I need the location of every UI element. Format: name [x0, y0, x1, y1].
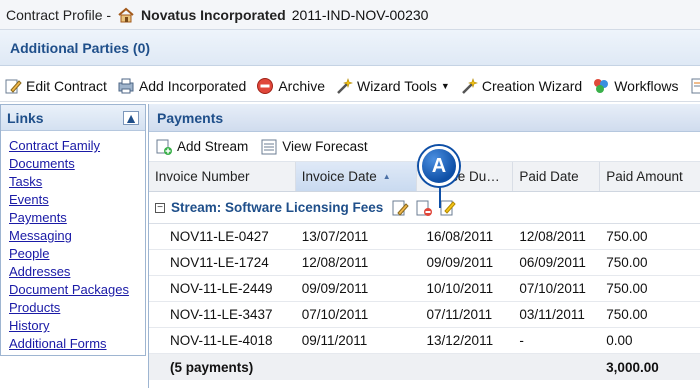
contract-id: 2011-IND-NOV-00230	[291, 6, 429, 23]
paid-date-cell: 12/08/2011	[519, 229, 586, 244]
paid-amount-cell: 750.00	[606, 307, 648, 322]
paid-date-cell: 06/09/2011	[519, 255, 586, 270]
link-payments[interactable]: Payments	[9, 210, 67, 225]
collapse-button[interactable]: ▲	[123, 109, 139, 126]
collapse-icon[interactable]: −	[155, 202, 165, 213]
add-stream-icon	[156, 139, 172, 155]
title-bar: Contract Profile - Novatus Incorporated …	[0, 0, 700, 30]
column-paid-amount[interactable]: Paid Amount	[600, 162, 700, 191]
paid-amount-cell: 750.00	[606, 255, 648, 270]
paid-date-cell: 03/11/2011	[519, 307, 585, 322]
invoice-date-cell: 07/10/2011	[301, 307, 369, 322]
table-row[interactable]: NOV-11-LE-3437 07/10/2011 07/11/2011 03/…	[149, 302, 700, 328]
invoice-date-cell: 09/11/2011	[301, 333, 368, 348]
invoice-date-cell: 09/09/2011	[301, 281, 369, 296]
stream-group-row[interactable]: − Stream: Software Licensing Fees	[149, 192, 700, 224]
add-incorporated-button[interactable]: Add Incorporated	[117, 77, 246, 95]
payment-total: 3,000.00	[606, 359, 659, 375]
edit-contract-button[interactable]: Edit Contract	[4, 77, 107, 95]
invoice-due-cell: 07/11/2011	[426, 307, 493, 322]
invoice-number-cell: NOV11-LE-0427	[170, 229, 269, 244]
table-row[interactable]: NOV11-LE-0427 13/07/2011 16/08/2011 12/0…	[149, 224, 700, 250]
invoice-number-cell: NOV-11-LE-3437	[170, 307, 273, 322]
invoice-due-cell: 10/10/2011	[426, 281, 494, 296]
payments-panel: Payments Add Stream View Forecast Invoic…	[148, 104, 700, 388]
archive-button[interactable]: Archive	[256, 77, 325, 95]
chevron-up-icon: ▲	[124, 109, 138, 126]
stream-properties-icon[interactable]	[439, 199, 457, 217]
title-label: Contract Profile -	[6, 6, 112, 23]
payments-header: Payments	[149, 104, 700, 132]
invoice-number-cell: NOV11-LE-1724	[170, 255, 269, 270]
callout-pointer	[439, 186, 441, 208]
payment-count: (5 payments)	[170, 359, 254, 375]
links-panel: Links ▲ Contract Family Documents Tasks …	[0, 104, 146, 356]
payments-title: Payments	[157, 109, 224, 126]
table-row[interactable]: NOV11-LE-1724 12/08/2011 09/09/2011 06/0…	[149, 250, 700, 276]
column-paid-date[interactable]: Paid Date	[513, 162, 601, 191]
callout-marker: A	[419, 146, 459, 186]
invoice-due-cell: 16/08/2011	[426, 229, 494, 244]
table-row[interactable]: NOV-11-LE-2449 09/09/2011 10/10/2011 07/…	[149, 276, 700, 302]
chevron-down-icon: ▼	[440, 80, 450, 91]
paid-amount-cell: 750.00	[606, 281, 648, 296]
home-icon	[118, 7, 134, 22]
printer-add-icon	[118, 78, 134, 93]
callout-letter: A	[431, 154, 447, 177]
view-forecast-button[interactable]: View Forecast	[260, 138, 368, 156]
stop-icon	[257, 77, 274, 94]
invoice-number-cell: NOV-11-LE-4018	[170, 333, 273, 348]
edit-icon	[5, 79, 22, 93]
table-row[interactable]: NOV-11-LE-4018 09/11/2011 13/12/2011 - 0…	[149, 328, 700, 354]
invoice-due-cell: 09/09/2011	[426, 255, 494, 270]
edit-stream-icon[interactable]	[391, 199, 410, 217]
workflows-button[interactable]: Workflows	[592, 77, 679, 95]
invoice-date-cell: 12/08/2011	[301, 255, 369, 270]
paid-date-cell: -	[519, 333, 524, 348]
delete-stream-icon[interactable]	[415, 199, 433, 217]
paid-date-cell: 07/10/2011	[519, 281, 586, 296]
wizard-tools-dropdown[interactable]: Wizard Tools ▼	[335, 77, 450, 95]
link-people[interactable]: People	[9, 246, 49, 261]
link-additional-forms[interactable]: Additional Forms	[9, 336, 107, 351]
link-addresses[interactable]: Addresses	[9, 264, 70, 279]
column-invoice-number[interactable]: Invoice Number	[149, 162, 296, 191]
wand-icon	[461, 77, 478, 94]
paid-amount-cell: 750.00	[606, 229, 648, 244]
invoice-due-cell: 13/12/2011	[426, 333, 494, 348]
additional-parties-header[interactable]: Additional Parties (0)	[0, 30, 700, 66]
links-header: Links ▲	[1, 105, 145, 131]
workflow-icon	[594, 78, 609, 93]
link-products[interactable]: Products	[9, 300, 60, 315]
creation-wizard-button[interactable]: Creation Wizard	[460, 77, 582, 95]
link-document-packages[interactable]: Document Packages	[9, 282, 129, 297]
document-icon[interactable]	[689, 77, 700, 95]
add-stream-button[interactable]: Add Stream	[155, 138, 248, 156]
link-documents[interactable]: Documents	[9, 156, 75, 171]
organization-name: Novatus Incorporated	[141, 6, 286, 23]
additional-parties-title: Additional Parties (0)	[10, 39, 151, 56]
link-events[interactable]: Events	[9, 192, 49, 207]
invoice-number-cell: NOV-11-LE-2449	[170, 281, 273, 296]
invoice-date-cell: 13/07/2011	[301, 229, 369, 244]
forecast-icon	[261, 139, 277, 154]
link-contract-family[interactable]: Contract Family	[9, 138, 100, 153]
link-tasks[interactable]: Tasks	[9, 174, 42, 189]
link-history[interactable]: History	[9, 318, 49, 333]
links-title: Links	[7, 109, 44, 126]
stream-label: Stream: Software Licensing Fees	[171, 200, 384, 215]
sort-ascending-icon: ▲	[382, 172, 391, 181]
link-messaging[interactable]: Messaging	[9, 228, 72, 243]
summary-row: (5 payments) 3,000.00	[149, 354, 700, 380]
wand-icon	[337, 77, 353, 94]
column-invoice-date[interactable]: Invoice Date ▲	[295, 162, 417, 191]
main-toolbar: Edit Contract Add Incorporated Archive W…	[0, 70, 700, 102]
paid-amount-cell: 0.00	[606, 333, 633, 348]
links-list: Contract Family Documents Tasks Events P…	[1, 131, 145, 353]
